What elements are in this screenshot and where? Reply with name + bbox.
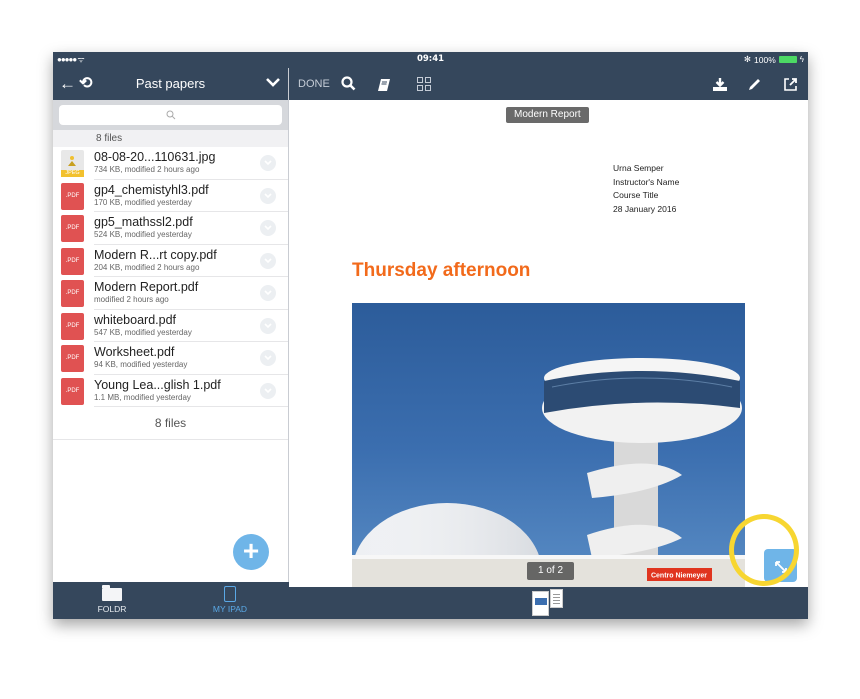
pdf-file-icon: .PDF (61, 280, 84, 307)
document-date: 28 January 2016 (613, 203, 677, 214)
tab-my-ipad[interactable]: MY IPAD (171, 582, 289, 619)
file-list-item[interactable]: .PDF Modern Report.pdf modified 2 hours ag… (53, 277, 288, 310)
grid-view-icon[interactable] (417, 77, 431, 91)
file-meta: 94 KB, modified yesterday (94, 360, 188, 369)
instructor-name: Instructor's Name (613, 176, 680, 187)
file-meta: modified 2 hours ago (94, 295, 169, 304)
tab-foldr[interactable]: FOLDR (53, 582, 171, 619)
pdf-file-icon: .PDF (61, 247, 84, 275)
file-meta: 1.1 MB, modified yesterday (94, 392, 191, 402)
file-name: Modern R...rt copy.pdf (94, 247, 217, 262)
file-options-chevron-icon[interactable] (260, 285, 276, 301)
building-illustration: Centro Niemeyer (352, 358, 745, 587)
document-title-badge: Modern Report (506, 107, 589, 123)
jpeg-file-icon: JPEG (61, 150, 84, 177)
search-bar (53, 100, 288, 130)
pdf-file-icon: .PDF (61, 312, 84, 340)
file-name: 08-08-20...110631.jpg (94, 150, 216, 164)
search-icon (166, 110, 175, 120)
highlight-annotation-ring (729, 514, 799, 586)
pdf-file-icon: .PDF (61, 182, 84, 210)
file-options-chevron-icon[interactable] (260, 350, 276, 366)
add-file-button[interactable]: + (233, 534, 269, 570)
file-browser-sidebar: ← ⟲ Past papers 8 files JPEG 08-08-20...1… (53, 68, 289, 619)
bluetooth-icon: ✻ (743, 54, 752, 64)
status-right: ✻ 100% ϟ (744, 54, 804, 65)
file-meta: 547 KB, modified yesterday (94, 327, 192, 337)
open-external-icon[interactable] (783, 68, 798, 100)
pencil-icon[interactable] (747, 68, 762, 100)
battery-percent: 100% (754, 54, 776, 65)
file-list-item[interactable]: .PDF whiteboard.pdf 547 KB, modified yeste… (53, 310, 288, 342)
page-thumbnail-1[interactable] (532, 591, 549, 616)
document-page[interactable]: Modern Report Urna Semper Instructor's N… (289, 100, 808, 587)
bottom-tab-bar: FOLDR MY IPAD (53, 582, 289, 619)
tab-my-ipad-label: MY IPAD (212, 604, 248, 614)
pdf-file-icon: .PDF (61, 377, 84, 405)
download-icon[interactable] (712, 68, 728, 100)
book-icon[interactable] (377, 68, 391, 100)
file-list-item[interactable]: .PDF Young Lea...glish 1.pdf 1.1 MB, modif… (53, 375, 288, 407)
pdf-file-icon: .PDF (61, 345, 84, 372)
file-options-chevron-icon[interactable] (260, 155, 276, 171)
file-meta: 204 KB, modified 2 hours ago (94, 262, 200, 272)
file-name: whiteboard.pdf (94, 312, 177, 327)
search-icon[interactable] (341, 68, 356, 100)
file-meta: 524 KB, modified yesterday (94, 230, 192, 239)
author-name: Urna Semper (613, 163, 664, 173)
file-options-chevron-icon[interactable] (260, 317, 276, 334)
page-thumbnail-2[interactable] (550, 589, 563, 608)
file-list: JPEG 08-08-20...110631.jpg 734 KB, modifie… (53, 147, 288, 407)
battery-icon (778, 56, 797, 63)
document-meta: Urna Semper Instructor's Name Course Tit… (613, 162, 679, 216)
files-count-header: 8 files (53, 130, 288, 147)
file-meta: 170 KB, modified yesterday (94, 197, 192, 207)
file-list-item[interactable]: .PDF Modern R...rt copy.pdf 204 KB, modifi… (53, 245, 288, 277)
photo-caption: Centro Niemeyer (651, 573, 707, 580)
document-heading: Thursday afternoon (352, 260, 531, 281)
file-meta: 734 KB, modified 2 hours ago (94, 165, 200, 174)
file-name: gp4_chemistyhl3.pdf (94, 182, 209, 197)
ipad-screen: ●●●●● ᯤ 09:41 ✻ 100% ϟ ← ⟲ Past papers 8… (53, 52, 808, 619)
ipad-icon (224, 586, 236, 602)
folder-icon (102, 585, 122, 601)
sidebar-header: ← ⟲ Past papers (53, 68, 288, 100)
document-photo: Centro Niemeyer (352, 303, 745, 587)
file-name: Worksheet.pdf (94, 345, 175, 359)
file-list-item[interactable]: JPEG 08-08-20...110631.jpg 734 KB, modifie… (53, 147, 288, 180)
files-count-footer: 8 files (53, 407, 288, 440)
course-title: Course Title (613, 190, 659, 201)
charging-icon: ϟ (799, 55, 804, 64)
file-options-chevron-icon[interactable] (260, 382, 276, 399)
file-name: Young Lea...glish 1.pdf (94, 377, 221, 392)
folder-title: Past papers (135, 76, 206, 91)
file-options-chevron-icon[interactable] (260, 252, 276, 269)
file-name: Modern Report.pdf (94, 280, 199, 294)
page-indicator: 1 of 2 (527, 562, 574, 580)
file-name: gp5_mathssl2.pdf (94, 215, 193, 229)
clock: 09:41 (416, 54, 445, 64)
row-divider (94, 406, 288, 407)
file-list-item[interactable]: .PDF Worksheet.pdf 94 KB, modified yesterd… (53, 342, 288, 375)
file-options-chevron-icon[interactable] (260, 220, 276, 236)
status-bar: ●●●●● ᯤ 09:41 ✻ 100% ϟ (53, 52, 808, 68)
chevron-down-icon[interactable] (266, 74, 280, 90)
document-viewer: DONE Modern Report Urna Semper Instructo… (289, 68, 808, 619)
tab-foldr-label: FOLDR (97, 604, 127, 614)
done-button[interactable]: DONE (298, 68, 330, 100)
viewer-toolbar: DONE (289, 68, 808, 100)
file-list-item[interactable]: .PDF gp4_chemistyhl3.pdf 170 KB, modified … (53, 180, 288, 212)
pdf-file-icon: .PDF (61, 215, 84, 242)
search-input[interactable] (59, 105, 282, 125)
file-options-chevron-icon[interactable] (260, 187, 276, 204)
page-thumbnail-bar (289, 587, 808, 619)
file-list-item[interactable]: .PDF gp5_mathssl2.pdf 524 KB, modified yes… (53, 212, 288, 245)
